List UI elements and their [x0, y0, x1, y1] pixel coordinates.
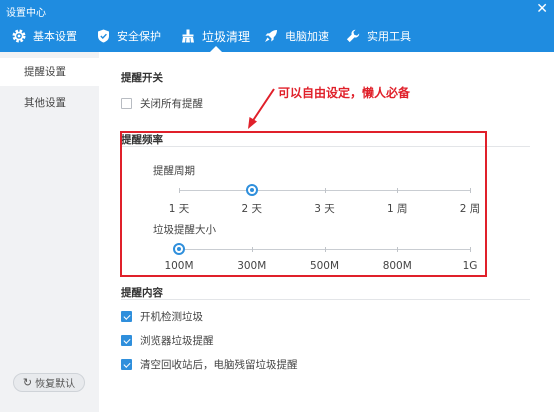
checkbox-box [121, 98, 132, 109]
close-all-reminders-checkbox[interactable]: 关闭所有提醒 [121, 96, 203, 111]
tab-label: 实用工具 [367, 30, 411, 43]
sidebar-item-reminder-settings[interactable]: 提醒设置 [0, 58, 99, 86]
slider-tick [179, 188, 180, 193]
checkbox-label: 关闭所有提醒 [140, 98, 203, 110]
slider-tick-label: 300M [237, 260, 267, 272]
tab-junk-clean[interactable]: 垃圾清理 [181, 20, 250, 52]
size-slider-label: 垃圾提醒大小 [153, 224, 216, 236]
tab-label: 垃圾清理 [202, 29, 251, 44]
slider-tick-label: 500M [309, 260, 340, 272]
tab-label: 安全保护 [117, 30, 161, 43]
checkbox-box [121, 359, 132, 370]
tab-security[interactable]: 安全保护 [97, 20, 161, 52]
tab-bar: 基本设置 安全保护 垃圾清理 电脑加速 实用工具 [0, 20, 554, 52]
annotation-text: 可以自由设定，懒人必备 [278, 86, 411, 100]
slider-tick-label: 800M [382, 260, 412, 272]
section-title-switch: 提醒开关 [121, 72, 163, 84]
window-title: 设置中心 [6, 8, 46, 19]
rocket-icon [265, 30, 277, 42]
slider-tick-label: 1 天 [168, 203, 190, 215]
tab-label: 基本设置 [33, 30, 77, 43]
restore-defaults-label: 恢复默认 [35, 379, 76, 390]
section-title-content: 提醒内容 [121, 287, 163, 299]
recycle-bin-junk-reminder-checkbox[interactable]: 清空回收站后，电脑残留垃圾提醒 [121, 357, 298, 372]
sidebar-item-other-settings[interactable]: 其他设置 [0, 89, 99, 117]
tab-speed-up[interactable]: 电脑加速 [264, 20, 329, 52]
shield-icon [98, 29, 109, 43]
tab-label: 电脑加速 [285, 30, 329, 43]
title-bar: 设置中心 ✕ [0, 0, 554, 20]
slider-tick-label: 2 周 [459, 203, 481, 215]
sidebar: 提醒设置 其他设置 [0, 52, 99, 412]
checkbox-label: 开机检测垃圾 [140, 311, 203, 323]
restore-defaults-button[interactable]: ↻ 恢复默认 [13, 373, 85, 392]
checkbox-label: 清空回收站后，电脑残留垃圾提醒 [140, 359, 298, 371]
checkbox-label: 浏览器垃圾提醒 [140, 335, 214, 347]
broom-icon [182, 29, 194, 43]
gear-icon [12, 29, 26, 43]
section-title-frequency: 提醒频率 [121, 134, 163, 146]
slider-tick [251, 247, 253, 252]
period-slider-label: 提醒周期 [153, 165, 195, 177]
refresh-icon: ↻ [22, 376, 33, 389]
slider-tick [397, 188, 399, 193]
boot-junk-check-checkbox[interactable]: 开机检测垃圾 [121, 309, 203, 324]
section-divider [121, 299, 530, 300]
annotation-arrow-icon [248, 88, 275, 129]
slider-knob[interactable] [245, 184, 258, 196]
slider-tick [470, 247, 471, 252]
slider-tick-label: 3 天 [314, 203, 335, 215]
browser-junk-reminder-checkbox[interactable]: 浏览器垃圾提醒 [121, 333, 214, 348]
tab-basic-settings[interactable]: 基本设置 [12, 20, 77, 52]
section-divider [121, 146, 530, 147]
slider-tick-label: 2 天 [241, 203, 263, 215]
tab-tools[interactable]: 实用工具 [346, 20, 411, 52]
slider-tick [324, 188, 326, 193]
slider-tick-label: 100M [164, 260, 194, 272]
slider-tick [397, 247, 399, 252]
checkbox-box [121, 311, 132, 322]
slider-tick [324, 247, 326, 252]
slider-knob[interactable] [173, 243, 185, 255]
slider-tick-label: 1 周 [386, 203, 408, 215]
wrench-icon [346, 29, 360, 43]
slider-tick-label: 1G [462, 260, 478, 272]
checkbox-box [121, 335, 132, 346]
close-button[interactable]: ✕ [536, 1, 548, 17]
slider-tick [470, 188, 471, 193]
